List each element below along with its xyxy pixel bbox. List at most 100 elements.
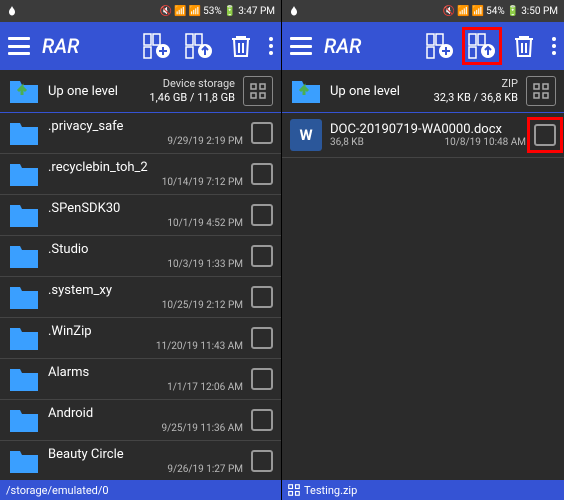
- up-one-level[interactable]: Up one level Device storage 1,46 GB / 11…: [0, 70, 281, 113]
- folder-up-icon: [290, 77, 322, 105]
- up-label: Up one level: [330, 84, 426, 99]
- list-item[interactable]: Alarms 1/1/17 12:06 AM: [0, 359, 281, 400]
- archive-extract-button[interactable]: [185, 33, 213, 59]
- time-text: 3:50 PM: [521, 6, 558, 17]
- folder-icon: [8, 119, 40, 147]
- checkbox[interactable]: [251, 409, 273, 431]
- file-size: 36,8 KB: [330, 137, 364, 148]
- file-date: 9/26/19 1:27 PM: [48, 464, 243, 475]
- signal-icon: 📶: [472, 6, 484, 17]
- list-item[interactable]: Android 9/25/19 11:36 AM: [0, 400, 281, 441]
- path-text: /storage/emulated/0: [6, 484, 109, 497]
- archive-add-button[interactable]: [143, 33, 171, 59]
- mute-icon: 🔇: [160, 6, 172, 17]
- file-date: 11/20/19 11:43 AM: [48, 341, 243, 352]
- file-name: .Studio: [48, 242, 243, 257]
- list-item[interactable]: .SPenSDK30 10/1/19 4:52 PM: [0, 195, 281, 236]
- more-icon[interactable]: [552, 37, 556, 55]
- folder-icon: [8, 406, 40, 434]
- file-name: DOC-20190719-WA0000.docx: [330, 122, 526, 137]
- file-date: 9/29/19 2:19 PM: [48, 136, 243, 147]
- file-date: 10/8/19 10:48 AM: [445, 137, 526, 148]
- file-date: 10/25/19 2:12 PM: [48, 300, 243, 311]
- word-file-icon: W: [290, 119, 322, 151]
- file-date: 10/1/19 4:52 PM: [48, 218, 243, 229]
- checkbox[interactable]: [251, 286, 273, 308]
- checkbox[interactable]: [251, 245, 273, 267]
- view-toggle-button[interactable]: [243, 76, 273, 106]
- checkbox[interactable]: [251, 450, 273, 472]
- file-name: Beauty Circle: [48, 447, 243, 462]
- list-item[interactable]: .WinZip 11/20/19 11:43 AM: [0, 318, 281, 359]
- delete-button[interactable]: [510, 33, 538, 59]
- file-date: 10/14/19 7:12 PM: [48, 177, 243, 188]
- list-item[interactable]: .privacy_safe 9/29/19 2:19 PM: [0, 113, 281, 154]
- up-label: Up one level: [48, 84, 141, 99]
- file-date: 9/25/19 11:36 AM: [48, 423, 243, 434]
- file-name: .WinZip: [48, 324, 243, 339]
- app-title: RAR: [42, 34, 135, 58]
- folder-icon: [8, 447, 40, 475]
- wifi-icon: 📶: [174, 6, 186, 17]
- checkbox[interactable]: [534, 124, 556, 146]
- app-header: RAR: [282, 22, 564, 70]
- folder-icon: [8, 160, 40, 188]
- file-name: Alarms: [48, 365, 243, 380]
- path-bar: Testing.zip: [282, 480, 564, 500]
- list-item[interactable]: .recyclebin_toh_2 10/14/19 7:12 PM: [0, 154, 281, 195]
- storage-info: ZIP 32,3 KB / 36,8 KB: [434, 77, 518, 106]
- checkbox[interactable]: [251, 204, 273, 226]
- file-name: .recyclebin_toh_2: [48, 160, 243, 175]
- file-date: 1/1/17 12:06 AM: [48, 382, 243, 393]
- file-name: .system_xy: [48, 283, 243, 298]
- mute-icon: 🔇: [443, 6, 455, 17]
- checkbox[interactable]: [251, 368, 273, 390]
- signal-icon: 📶: [189, 6, 201, 17]
- list-item[interactable]: .system_xy 10/25/19 2:12 PM: [0, 277, 281, 318]
- file-name: .SPenSDK30: [48, 201, 243, 216]
- checkbox[interactable]: [251, 122, 273, 144]
- battery-text: 54%: [486, 6, 505, 17]
- list-item[interactable]: W DOC-20190719-WA0000.docx36,8 KB 10/8/19 …: [282, 113, 564, 158]
- battery-text: 53%: [203, 6, 222, 17]
- folder-icon: [8, 242, 40, 270]
- list-item[interactable]: .Studio 10/3/19 1:33 PM: [0, 236, 281, 277]
- file-date: 10/3/19 1:33 PM: [48, 259, 243, 270]
- phone-left: 🔇 📶 📶 53% 🔋 3:47 PM RAR: [0, 0, 282, 500]
- archive-add-button[interactable]: [426, 33, 454, 59]
- menu-icon[interactable]: [290, 37, 312, 55]
- flame-icon: [6, 5, 18, 17]
- file-list: Up one level Device storage 1,46 GB / 11…: [0, 70, 281, 480]
- file-list: Up one level ZIP 32,3 KB / 36,8 KB W DOC-…: [282, 70, 564, 480]
- folder-up-icon: [8, 77, 40, 105]
- list-item[interactable]: Beauty Circle 9/26/19 1:27 PM: [0, 441, 281, 480]
- more-icon[interactable]: [269, 37, 273, 55]
- flame-icon: [288, 5, 300, 17]
- highlight-box: [527, 117, 563, 153]
- app-title: RAR: [324, 34, 418, 58]
- file-name: .privacy_safe: [48, 119, 243, 134]
- phone-right: 🔇 📶 📶 54% 🔋 3:50 PM RAR: [282, 0, 564, 500]
- status-bar: 🔇 📶 📶 54% 🔋 3:50 PM: [282, 0, 564, 22]
- storage-info: Device storage 1,46 GB / 11,8 GB: [149, 77, 235, 106]
- folder-icon: [8, 201, 40, 229]
- status-bar: 🔇 📶 📶 53% 🔋 3:47 PM: [0, 0, 281, 22]
- file-name: Android: [48, 406, 243, 421]
- delete-button[interactable]: [227, 33, 255, 59]
- archive-icon: [288, 484, 300, 496]
- checkbox[interactable]: [251, 163, 273, 185]
- battery-icon: 🔋: [507, 6, 519, 17]
- folder-icon: [8, 365, 40, 393]
- battery-icon: 🔋: [224, 6, 236, 17]
- up-one-level[interactable]: Up one level ZIP 32,3 KB / 36,8 KB: [282, 70, 564, 113]
- path-bar: /storage/emulated/0: [0, 480, 281, 500]
- wifi-icon: 📶: [457, 6, 469, 17]
- checkbox[interactable]: [251, 327, 273, 349]
- menu-icon[interactable]: [8, 37, 30, 55]
- folder-icon: [8, 283, 40, 311]
- folder-icon: [8, 324, 40, 352]
- path-text: Testing.zip: [304, 484, 357, 497]
- app-header: RAR: [0, 22, 281, 70]
- view-toggle-button[interactable]: [526, 76, 556, 106]
- archive-extract-button[interactable]: [468, 33, 496, 59]
